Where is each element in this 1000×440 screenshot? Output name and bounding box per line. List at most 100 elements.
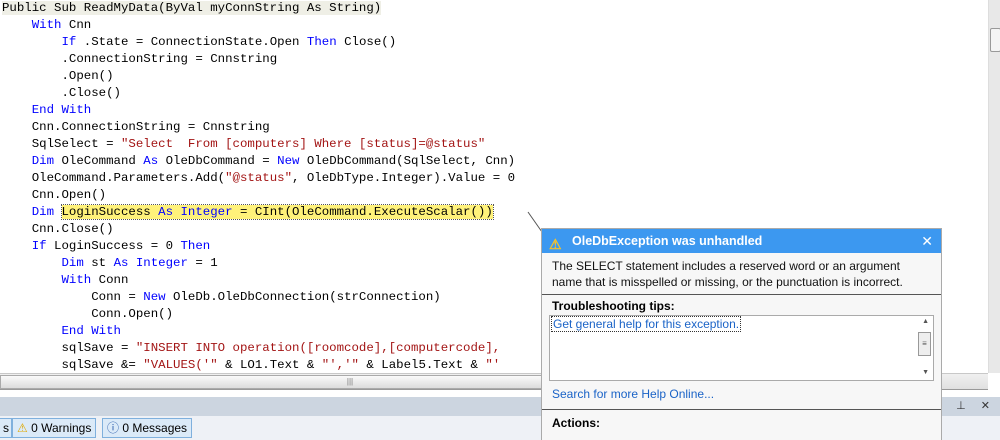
code-text: OleCommand.Parameters.Add(	[31, 171, 226, 185]
code-text: Cnn.ConnectionString = Cnnstring	[31, 120, 270, 134]
code-keyword: Integer	[135, 256, 188, 270]
warning-icon: ⚠	[17, 421, 28, 435]
code-text: Public Sub ReadMyData(ByVal myConnString…	[2, 1, 382, 15]
code-line[interactable]: SqlSelect = "Select From [computers] Whe…	[2, 136, 486, 153]
code-line[interactable]: If LoginSuccess = 0 Then	[2, 238, 210, 255]
code-line[interactable]: OleCommand.Parameters.Add("@status", Ole…	[2, 170, 515, 187]
code-text: Cnn.Close()	[31, 222, 114, 236]
code-keyword: As	[113, 256, 129, 270]
code-line[interactable]: Dim st As Integer = 1	[2, 255, 218, 272]
exception-title-bar: ⚠ OleDbException was unhandled ✕	[542, 229, 941, 253]
vertical-scroll-thumb[interactable]	[990, 28, 1000, 52]
code-keyword: With	[31, 18, 62, 32]
code-keyword: Dim	[31, 154, 55, 168]
code-line[interactable]: .ConnectionString = Cnnstring	[2, 51, 278, 68]
code-text: Close()	[336, 35, 397, 49]
current-statement-highlight: LoginSuccess As Integer = CInt(OleComman…	[60, 204, 494, 220]
scroll-down-icon[interactable]: ▼	[922, 369, 929, 376]
code-text: Cnn.Open()	[31, 188, 107, 202]
warning-icon: ⚠	[549, 236, 562, 252]
code-text: LoginSuccess	[61, 205, 159, 219]
code-text: & Label5.Text &	[358, 358, 486, 372]
warnings-filter-button[interactable]: ⚠ 0 Warnings	[12, 418, 97, 438]
code-keyword: New	[143, 290, 166, 304]
messages-label: 0 Messages	[122, 421, 188, 435]
code-line[interactable]: Public Sub ReadMyData(ByVal myConnString…	[2, 0, 382, 17]
code-line[interactable]: .Open()	[2, 68, 114, 85]
code-line[interactable]: Dim LoginSuccess As Integer = CInt(OleCo…	[2, 204, 494, 221]
code-line[interactable]: Cnn.ConnectionString = Cnnstring	[2, 119, 270, 136]
code-keyword: Dim	[31, 205, 55, 219]
code-text: Conn.Open()	[91, 307, 174, 321]
code-string: "@status"	[225, 171, 292, 185]
exception-title: OleDbException was unhandled	[572, 234, 763, 248]
actions-heading: Actions:	[552, 416, 600, 430]
code-line[interactable]: Conn = New OleDb.OleDbConnection(strConn…	[2, 289, 441, 306]
code-keyword: If	[31, 239, 47, 253]
code-string: "VALUES('"	[143, 358, 218, 372]
code-string: "INSERT INTO operation([roomcode],[compu…	[135, 341, 501, 355]
code-text: LoginSuccess = 0	[46, 239, 181, 253]
code-text: Conn	[91, 273, 129, 287]
code-keyword: Then	[180, 239, 211, 253]
code-keyword: If	[61, 35, 77, 49]
code-text: Conn =	[91, 290, 144, 304]
tips-scrollbar[interactable]: ▲ ≡ ▼	[916, 316, 933, 380]
troubleshooting-list: Get general help for this exception. ▲ ≡…	[549, 315, 934, 381]
messages-filter-button[interactable]: ⓘ 0 Messages	[102, 418, 193, 438]
code-keyword: As	[143, 154, 159, 168]
warnings-label: 0 Warnings	[31, 421, 92, 435]
tips-scroll-thumb[interactable]: ≡	[918, 332, 931, 356]
code-keyword: End With	[61, 324, 122, 338]
code-text: Cnn	[61, 18, 92, 32]
troubleshooting-heading: Troubleshooting tips:	[552, 299, 675, 313]
code-text: OleDb.OleDbConnection(strConnection)	[165, 290, 441, 304]
code-string: "Select From [computers] Where [status]=…	[120, 137, 486, 151]
code-text: , OleDbType.Integer).Value = 0	[292, 171, 516, 185]
exception-message: The SELECT statement includes a reserved…	[542, 253, 941, 295]
code-text: = 1	[187, 256, 218, 270]
code-line[interactable]: .Close()	[2, 85, 122, 102]
code-text: sqlSave &=	[61, 358, 144, 372]
code-line[interactable]: Cnn.Open()	[2, 187, 106, 204]
code-text: .State = ConnectionState.Open	[76, 35, 307, 49]
code-keyword: With	[61, 273, 92, 287]
code-text: sqlSave =	[61, 341, 136, 355]
code-line[interactable]: Conn.Open()	[2, 306, 173, 323]
code-line[interactable]: End With	[2, 102, 92, 119]
close-icon[interactable]: ✕	[921, 229, 933, 253]
code-text: OleCommand	[54, 154, 144, 168]
code-keyword: New	[277, 154, 300, 168]
panel-controls[interactable]: ▾ ⊥ ✕	[936, 399, 996, 412]
exception-assistant: ⚠ OleDbException was unhandled ✕ The SEL…	[541, 228, 942, 440]
info-icon: ⓘ	[107, 421, 120, 435]
scroll-up-icon[interactable]: ▲	[922, 318, 929, 325]
errors-filter-button[interactable]: s	[0, 418, 12, 438]
code-text: OleDbCommand =	[158, 154, 278, 168]
code-string: "'	[485, 358, 501, 372]
code-line[interactable]: Dim OleCommand As OleDbCommand = New Ole…	[2, 153, 515, 170]
code-text: .Close()	[61, 86, 122, 100]
code-text: st	[83, 256, 114, 270]
code-text: .ConnectionString = Cnnstring	[61, 52, 278, 66]
search-help-online-link[interactable]: Search for more Help Online...	[542, 381, 941, 410]
code-text: .Open()	[61, 69, 114, 83]
code-line[interactable]: With Conn	[2, 272, 129, 289]
vertical-scrollbar[interactable]	[988, 0, 1000, 373]
code-line[interactable]: If .State = ConnectionState.Open Then Cl…	[2, 34, 397, 51]
code-text: SqlSelect =	[31, 137, 121, 151]
code-text: & LO1.Text &	[217, 358, 322, 372]
code-line[interactable]: End With	[2, 323, 122, 340]
code-keyword: As	[158, 205, 174, 219]
code-text: OleDbCommand(SqlSelect, Cnn)	[299, 154, 516, 168]
code-line[interactable]: With Cnn	[2, 17, 92, 34]
general-help-link[interactable]: Get general help for this exception.	[550, 316, 742, 332]
code-keyword: Dim	[61, 256, 84, 270]
code-line[interactable]: sqlSave = "INSERT INTO operation([roomco…	[2, 340, 501, 357]
code-line[interactable]: Cnn.Close()	[2, 221, 114, 238]
code-keyword: End With	[31, 103, 92, 117]
code-keyword: Integer	[180, 205, 233, 219]
code-keyword: Then	[306, 35, 337, 49]
